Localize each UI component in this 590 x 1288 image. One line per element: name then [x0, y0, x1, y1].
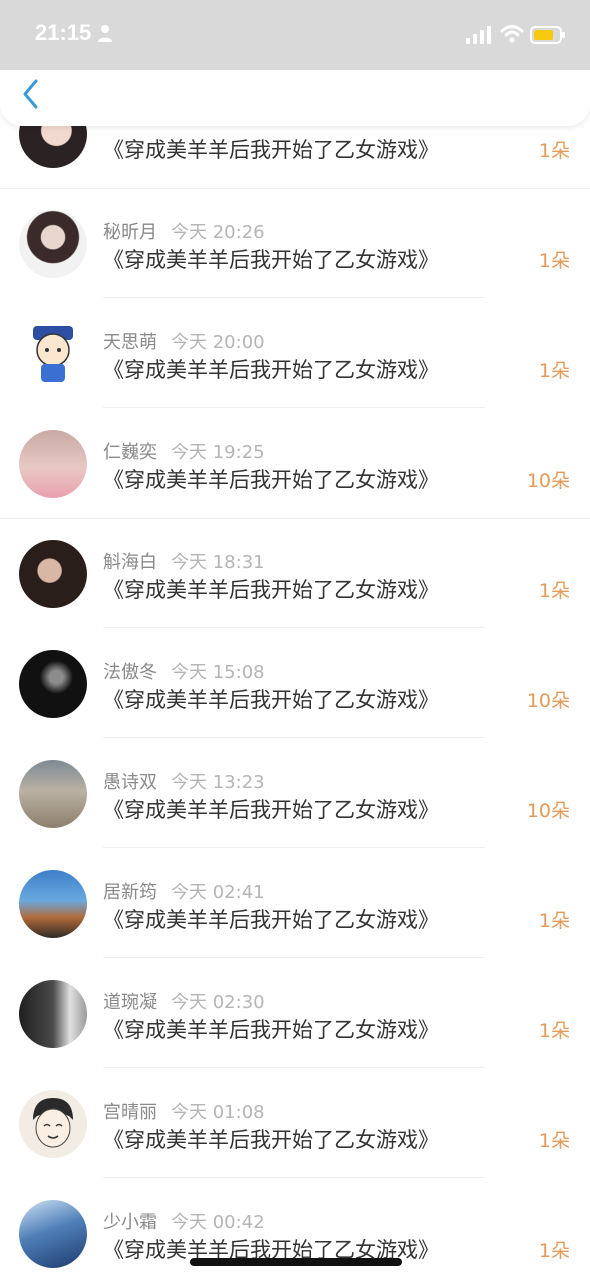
sender-name: 宫晴丽 [103, 1102, 157, 1123]
record-meta: 少小霜 今天 00:42 [103, 1208, 265, 1234]
status-bar: 21:15 [0, 0, 590, 70]
record-time: 今天 20:26 [171, 222, 265, 243]
avatar [19, 1200, 87, 1268]
flower-count: 1朵 [538, 250, 570, 272]
record-meta: 宫晴丽 今天 01:08 [103, 1098, 265, 1124]
gift-record-list: 《穿成美羊羊后我开始了乙女游戏》 1朵 秘昕月 今天 20:26 《穿成美羊羊后我… [0, 0, 590, 1280]
avatar [19, 870, 87, 938]
record-meta: 斛海白 今天 18:31 [103, 548, 265, 574]
book-title: 《穿成美羊羊后我开始了乙女游戏》 [103, 358, 439, 382]
sender-name: 愚诗双 [103, 772, 157, 793]
list-item[interactable]: 道琬凝 今天 02:30 《穿成美羊羊后我开始了乙女游戏》 1朵 [0, 958, 590, 1068]
book-title: 《穿成美羊羊后我开始了乙女游戏》 [103, 248, 439, 272]
sender-name: 仁巍奕 [103, 442, 157, 463]
avatar [19, 760, 87, 828]
status-time: 21:15 [35, 20, 92, 45]
flower-count: 1朵 [538, 1130, 570, 1152]
back-arrow-icon[interactable] [20, 78, 42, 110]
sender-name: 秘昕月 [103, 222, 157, 243]
record-time: 今天 18:31 [171, 552, 265, 573]
flower-count: 1朵 [538, 140, 570, 162]
flower-count: 10朵 [526, 470, 570, 492]
avatar [19, 320, 87, 388]
book-title: 《穿成美羊羊后我开始了乙女游戏》 [103, 1018, 439, 1042]
battery-icon [530, 26, 565, 44]
sender-name: 道琬凝 [103, 992, 157, 1013]
list-item[interactable]: 斛海白 今天 18:31 《穿成美羊羊后我开始了乙女游戏》 1朵 [0, 518, 590, 628]
flower-count: 1朵 [538, 360, 570, 382]
record-time: 今天 13:23 [171, 772, 265, 793]
list-item[interactable]: 法傲冬 今天 15:08 《穿成美羊羊后我开始了乙女游戏》 10朵 [0, 628, 590, 738]
sender-name: 少小霜 [103, 1212, 157, 1233]
record-time: 今天 00:42 [171, 1212, 265, 1233]
list-item[interactable]: 少小霜 今天 00:42 《穿成美羊羊后我开始了乙女游戏》 1朵 [0, 1178, 590, 1288]
sender-name: 法傲冬 [103, 662, 157, 683]
record-time: 今天 02:41 [171, 882, 265, 903]
flower-count: 1朵 [538, 580, 570, 602]
list-item[interactable]: 居新筠 今天 02:41 《穿成美羊羊后我开始了乙女游戏》 1朵 [0, 848, 590, 958]
sender-name: 居新筠 [103, 882, 157, 903]
book-title: 《穿成美羊羊后我开始了乙女游戏》 [103, 798, 439, 822]
flower-count: 10朵 [526, 690, 570, 712]
list-item[interactable]: 天思萌 今天 20:00 《穿成美羊羊后我开始了乙女游戏》 1朵 [0, 298, 590, 408]
list-item[interactable]: 愚诗双 今天 13:23 《穿成美羊羊后我开始了乙女游戏》 10朵 [0, 738, 590, 848]
avatar [19, 540, 87, 608]
avatar [19, 430, 87, 498]
book-title: 《穿成美羊羊后我开始了乙女游戏》 [103, 468, 439, 492]
record-meta: 秘昕月 今天 20:26 [103, 218, 265, 244]
record-time: 今天 01:08 [171, 1102, 265, 1123]
avatar [19, 650, 87, 718]
record-meta: 法傲冬 今天 15:08 [103, 658, 265, 684]
flower-count: 1朵 [538, 1240, 570, 1262]
book-title: 《穿成美羊羊后我开始了乙女游戏》 [103, 1128, 439, 1152]
record-meta: 居新筠 今天 02:41 [103, 878, 265, 904]
avatar [19, 980, 87, 1048]
record-meta: 道琬凝 今天 02:30 [103, 988, 265, 1014]
flower-count: 1朵 [538, 1020, 570, 1042]
book-title: 《穿成美羊羊后我开始了乙女游戏》 [103, 138, 439, 162]
record-meta: 仁巍奕 今天 19:25 [103, 438, 265, 464]
flower-count: 10朵 [526, 800, 570, 822]
cellular-signal-icon [466, 26, 491, 44]
record-meta: 天思萌 今天 20:00 [103, 328, 265, 354]
list-item[interactable]: 仁巍奕 今天 19:25 《穿成美羊羊后我开始了乙女游戏》 10朵 [0, 408, 590, 518]
record-time: 今天 19:25 [171, 442, 265, 463]
record-meta: 愚诗双 今天 13:23 [103, 768, 265, 794]
book-title: 《穿成美羊羊后我开始了乙女游戏》 [103, 908, 439, 932]
avatar [19, 1090, 87, 1158]
list-item[interactable]: 宫晴丽 今天 01:08 《穿成美羊羊后我开始了乙女游戏》 1朵 [0, 1068, 590, 1178]
flower-count: 1朵 [538, 910, 570, 932]
book-title: 《穿成美羊羊后我开始了乙女游戏》 [103, 688, 439, 712]
sender-name: 天思萌 [103, 332, 157, 353]
sender-name: 斛海白 [103, 552, 157, 573]
list-item[interactable]: 秘昕月 今天 20:26 《穿成美羊羊后我开始了乙女游戏》 1朵 [0, 188, 590, 298]
book-title: 《穿成美羊羊后我开始了乙女游戏》 [103, 578, 439, 602]
avatar [19, 210, 87, 278]
record-time: 今天 02:30 [171, 992, 265, 1013]
wifi-icon [500, 25, 524, 43]
record-time: 今天 15:08 [171, 662, 265, 683]
record-time: 今天 20:00 [171, 332, 265, 353]
person-icon [98, 25, 112, 42]
home-indicator [190, 1258, 402, 1266]
